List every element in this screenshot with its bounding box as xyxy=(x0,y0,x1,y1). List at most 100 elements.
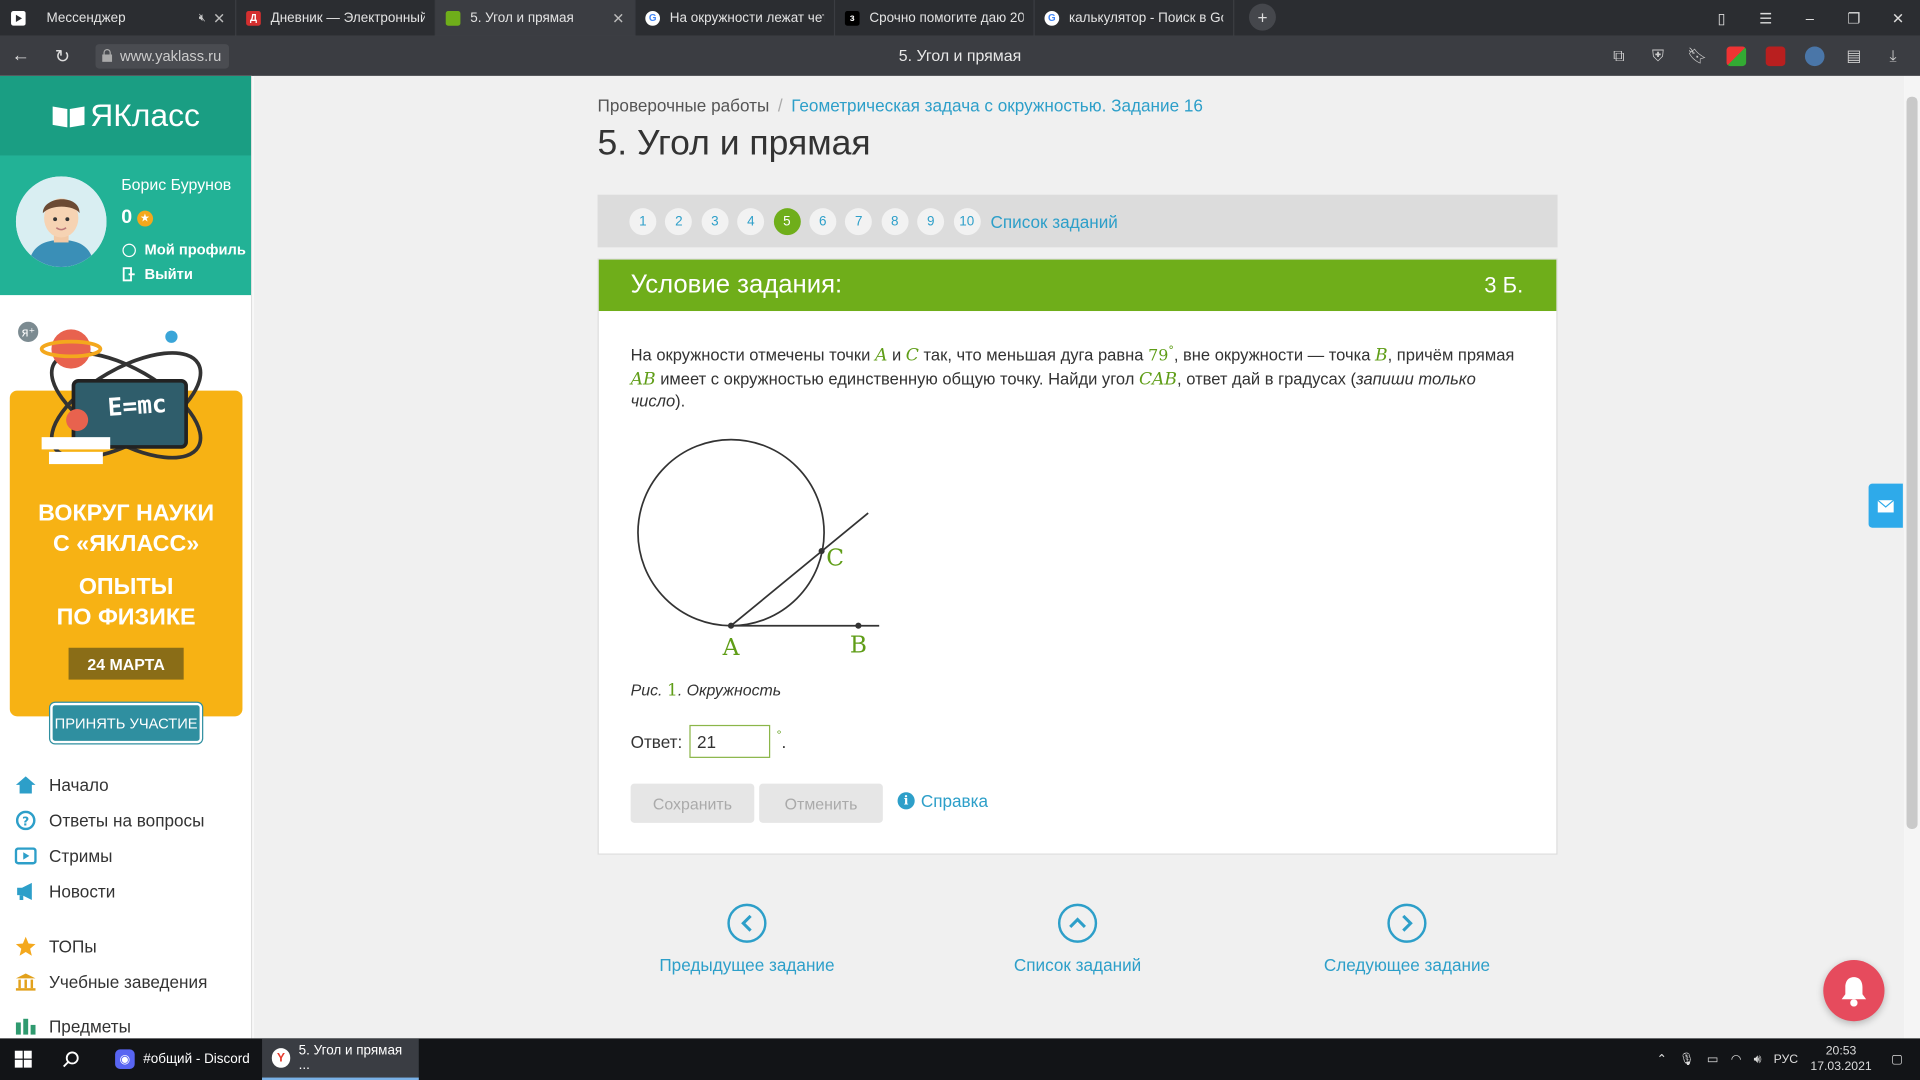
mail-icon xyxy=(1877,499,1895,512)
protect-icon[interactable]: ⛨ xyxy=(1638,46,1677,66)
cancel-button[interactable]: Отменить xyxy=(759,783,883,823)
close-window-icon[interactable]: ✕ xyxy=(1876,9,1920,26)
pager-item-4[interactable]: 4 xyxy=(737,207,765,235)
browser-tab-dnevnik[interactable]: Д Дневник — Электронный xyxy=(236,0,436,36)
pager-item-10[interactable]: 10 xyxy=(953,207,981,235)
pager-item-9[interactable]: 9 xyxy=(917,207,945,235)
statement-text: ). xyxy=(675,391,686,410)
math-var-cab: CAB xyxy=(1138,369,1178,389)
taskbar-app-browser[interactable]: Y 5. Угол и прямая ... xyxy=(262,1038,419,1080)
figure-caption: Рис. 1. Окружность xyxy=(631,681,782,701)
browser-tab-calculator[interactable]: G калькулятор - Поиск в Go xyxy=(1035,0,1235,36)
help-link-label: Справка xyxy=(920,791,989,811)
task-list-link[interactable]: Список заданий xyxy=(991,211,1118,231)
copy-link-icon[interactable]: ⧉ xyxy=(1599,46,1638,66)
browser-menu-icon[interactable] xyxy=(0,0,37,36)
point-b xyxy=(855,622,862,629)
pager-item-6[interactable]: 6 xyxy=(809,207,837,235)
browser-tab-search-1[interactable]: G На окружности лежат чет xyxy=(636,0,836,36)
sidebar-item-news[interactable]: Новости xyxy=(15,873,248,909)
znanija-favicon-icon: з xyxy=(844,10,860,26)
sidebar-item-label: Начало xyxy=(48,774,109,795)
scrollbar-thumb[interactable] xyxy=(1906,96,1918,829)
bookmark-icon[interactable]: 🔖︎ xyxy=(1678,46,1717,66)
yaklass-logo[interactable]: ЯКласс xyxy=(0,75,252,156)
prev-task-link[interactable]: Предыдущее задание xyxy=(624,903,869,975)
sidebar-item-label: ТОПы xyxy=(48,936,97,956)
sidebar-item-subjects[interactable]: Предметы xyxy=(15,1009,248,1036)
browser-tab-messenger[interactable]: Мессенджер 🔇︎ ✕ xyxy=(37,0,237,36)
notifications-button[interactable] xyxy=(1823,960,1885,1022)
browser-tab-yaklass[interactable]: 5. Угол и прямая ✕ xyxy=(435,0,636,36)
extension-red-icon[interactable] xyxy=(1756,45,1795,66)
sidebar-item-schools[interactable]: Учебные заведения xyxy=(15,964,248,1000)
sidebar-menu: Начало ? Ответы на вопросы Стримы Новост… xyxy=(14,767,248,1036)
microphone-icon[interactable]: 🎙︎ xyxy=(1679,1052,1695,1065)
breadcrumb-root[interactable]: Проверочные работы xyxy=(598,96,770,116)
sidebar-item-streams[interactable]: Стримы xyxy=(14,838,248,874)
pager-item-2[interactable]: 2 xyxy=(665,207,693,235)
next-task-link[interactable]: Следующее задание xyxy=(1285,903,1530,975)
join-button[interactable]: ПРИНЯТЬ УЧАСТИЕ xyxy=(50,702,203,744)
browser-tab-znanija[interactable]: з Срочно помогите даю 20 xyxy=(835,0,1035,36)
pager-item-1[interactable]: 1 xyxy=(629,207,657,235)
speaker-muted-icon[interactable]: 🔇︎ xyxy=(199,11,206,24)
vk-icon[interactable] xyxy=(1795,45,1834,66)
chevron-up-icon[interactable]: ⌃ xyxy=(1657,1052,1667,1065)
answer-input[interactable] xyxy=(689,724,771,758)
wifi-icon[interactable]: ◠ xyxy=(1731,1052,1742,1065)
new-tab-button[interactable]: + xyxy=(1248,3,1276,31)
clock[interactable]: 20:53 17.03.2021 xyxy=(1810,1043,1871,1075)
pager-item-5[interactable]: 5 xyxy=(773,207,801,235)
pager-item-7[interactable]: 7 xyxy=(845,207,873,235)
task-pager: 1 2 3 4 5 6 7 8 9 10 Список заданий xyxy=(597,194,1558,248)
bookmarks-panel-icon[interactable]: ▯ xyxy=(1700,9,1744,26)
save-button[interactable]: Сохранить xyxy=(630,783,755,823)
avatar[interactable] xyxy=(15,176,107,267)
user-name[interactable]: Борис Бурунов xyxy=(121,175,231,193)
url-field[interactable]: www.yaklass.ru xyxy=(95,43,229,68)
close-icon[interactable]: ✕ xyxy=(612,9,624,26)
download-icon[interactable]: ⤓ xyxy=(1873,46,1912,66)
pager-item-3[interactable]: 3 xyxy=(701,207,729,235)
reload-icon[interactable]: ↻ xyxy=(42,45,84,67)
statement-text: имеет с окружностью единственную общую т… xyxy=(655,369,1139,388)
taskbar-app-label: 5. Угол и прямая ... xyxy=(298,1043,403,1073)
close-icon[interactable]: ✕ xyxy=(213,9,225,26)
clock-date: 17.03.2021 xyxy=(1810,1060,1872,1074)
promo-banner[interactable]: E=mc ВОКРУГ НАУКИ С «ЯКЛАСС» ОПЫТЫ ПО ФИ… xyxy=(9,315,243,717)
collections-icon[interactable]: ▤ xyxy=(1834,46,1873,66)
feedback-mail-button[interactable] xyxy=(1868,483,1903,528)
sidebar-item-tops[interactable]: ТОПы xyxy=(15,928,248,964)
volume-icon[interactable]: 🔊︎ xyxy=(1754,1052,1762,1065)
restore-icon[interactable]: ❐ xyxy=(1832,9,1876,26)
logout-link[interactable]: Выйти xyxy=(122,265,193,283)
notification-center-icon[interactable]: ▢ xyxy=(1891,1052,1903,1065)
banner-line2: С «ЯКЛАСС» xyxy=(52,531,200,558)
sidebar-item-label: Новости xyxy=(48,881,116,901)
my-profile-link[interactable]: Мой профиль xyxy=(122,241,246,258)
task-statement: На окружности отмечены точки A и C так, … xyxy=(631,340,1525,412)
toolbar-icons: ⧉ ⛨ 🔖︎ ▤ ⤓ xyxy=(1599,36,1912,76)
menu-icon[interactable]: ☰ xyxy=(1744,9,1788,26)
language-indicator[interactable]: РУС xyxy=(1774,1052,1799,1065)
taskbar-app-discord[interactable]: ◉ #общий - Discord xyxy=(105,1038,262,1080)
math-var-a: A xyxy=(874,345,888,366)
math-var-c: C xyxy=(905,345,919,366)
pager-item-8[interactable]: 8 xyxy=(881,207,909,235)
windows-start-icon[interactable] xyxy=(0,1050,47,1068)
task-list-bottom-link[interactable]: Список заданий xyxy=(955,903,1200,975)
banner-line3: ОПЫТЫ xyxy=(78,574,174,601)
breadcrumb-current[interactable]: Геометрическая задача с окружностью. Зад… xyxy=(791,96,1203,116)
help-link[interactable]: i Справка xyxy=(897,791,989,811)
battery-icon[interactable]: ▭ xyxy=(1707,1052,1719,1065)
taskbar-app-label: #общий - Discord xyxy=(143,1051,250,1067)
minimize-icon[interactable]: – xyxy=(1788,9,1832,26)
back-icon[interactable]: ← xyxy=(0,45,42,66)
sidebar-item-home[interactable]: Начало xyxy=(15,767,248,803)
search-icon[interactable] xyxy=(47,1051,96,1068)
banner-line4: ПО ФИЗИКЕ xyxy=(56,604,196,631)
sidebar-item-answers[interactable]: ? Ответы на вопросы xyxy=(15,802,248,838)
extension-color-icon[interactable] xyxy=(1717,45,1756,66)
logout-link-label: Выйти xyxy=(144,265,193,283)
